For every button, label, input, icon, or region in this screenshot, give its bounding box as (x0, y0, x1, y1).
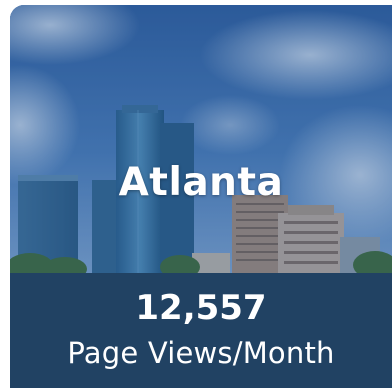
city-skyline-image: Atlanta (10, 5, 392, 273)
page-views-label: Page Views/Month (67, 336, 335, 370)
city-name: Atlanta (118, 160, 284, 205)
city-card-atlanta[interactable]: Atlanta 12,557 Page Views/Month (10, 5, 392, 388)
page-views-value: 12,557 (135, 288, 267, 328)
stats-panel: 12,557 Page Views/Month (10, 273, 392, 388)
